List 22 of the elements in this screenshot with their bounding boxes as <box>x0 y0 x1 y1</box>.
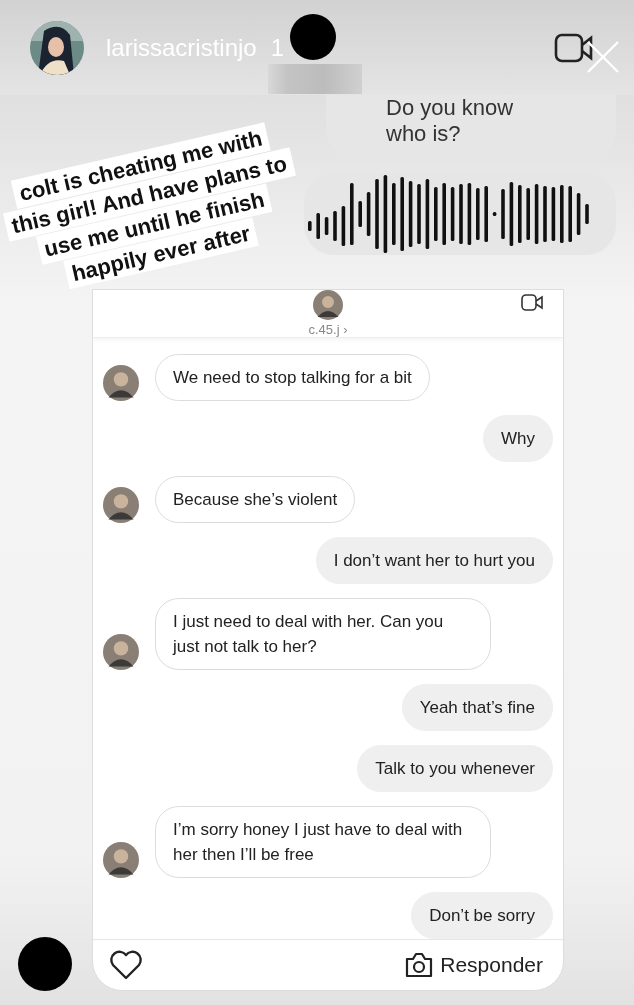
redaction-mark <box>18 937 72 991</box>
chat-username[interactable]: c.45.j › <box>308 322 348 337</box>
avatar <box>313 290 343 320</box>
video-camera-icon[interactable] <box>521 294 543 312</box>
reply-button[interactable]: Responder <box>404 951 543 979</box>
message-bubble: I don’t want her to hurt you <box>315 537 553 584</box>
avatar <box>103 365 139 401</box>
camera-icon <box>404 951 435 979</box>
message-bubble: We need to stop talking for a bit <box>155 354 430 401</box>
heart-icon[interactable] <box>109 950 143 980</box>
message-bubble: Don’t be sorry <box>411 892 553 939</box>
message-bubble: Because she’s violent <box>155 476 356 523</box>
close-icon[interactable] <box>586 39 620 74</box>
avatar <box>103 487 139 523</box>
message-bubble: Talk to you whenever <box>357 745 553 792</box>
redaction-mark <box>290 14 336 60</box>
message-bubble: I’m sorry honey I just have to deal with her then I’ll be free <box>155 806 491 878</box>
avatar <box>103 842 139 878</box>
message-bubble: I just need to deal with her. Can you just not talk to her? <box>155 598 491 670</box>
message-bubble: Yeah that’s fine <box>401 684 553 731</box>
message-bubble: Why <box>483 415 553 462</box>
avatar <box>103 634 139 670</box>
